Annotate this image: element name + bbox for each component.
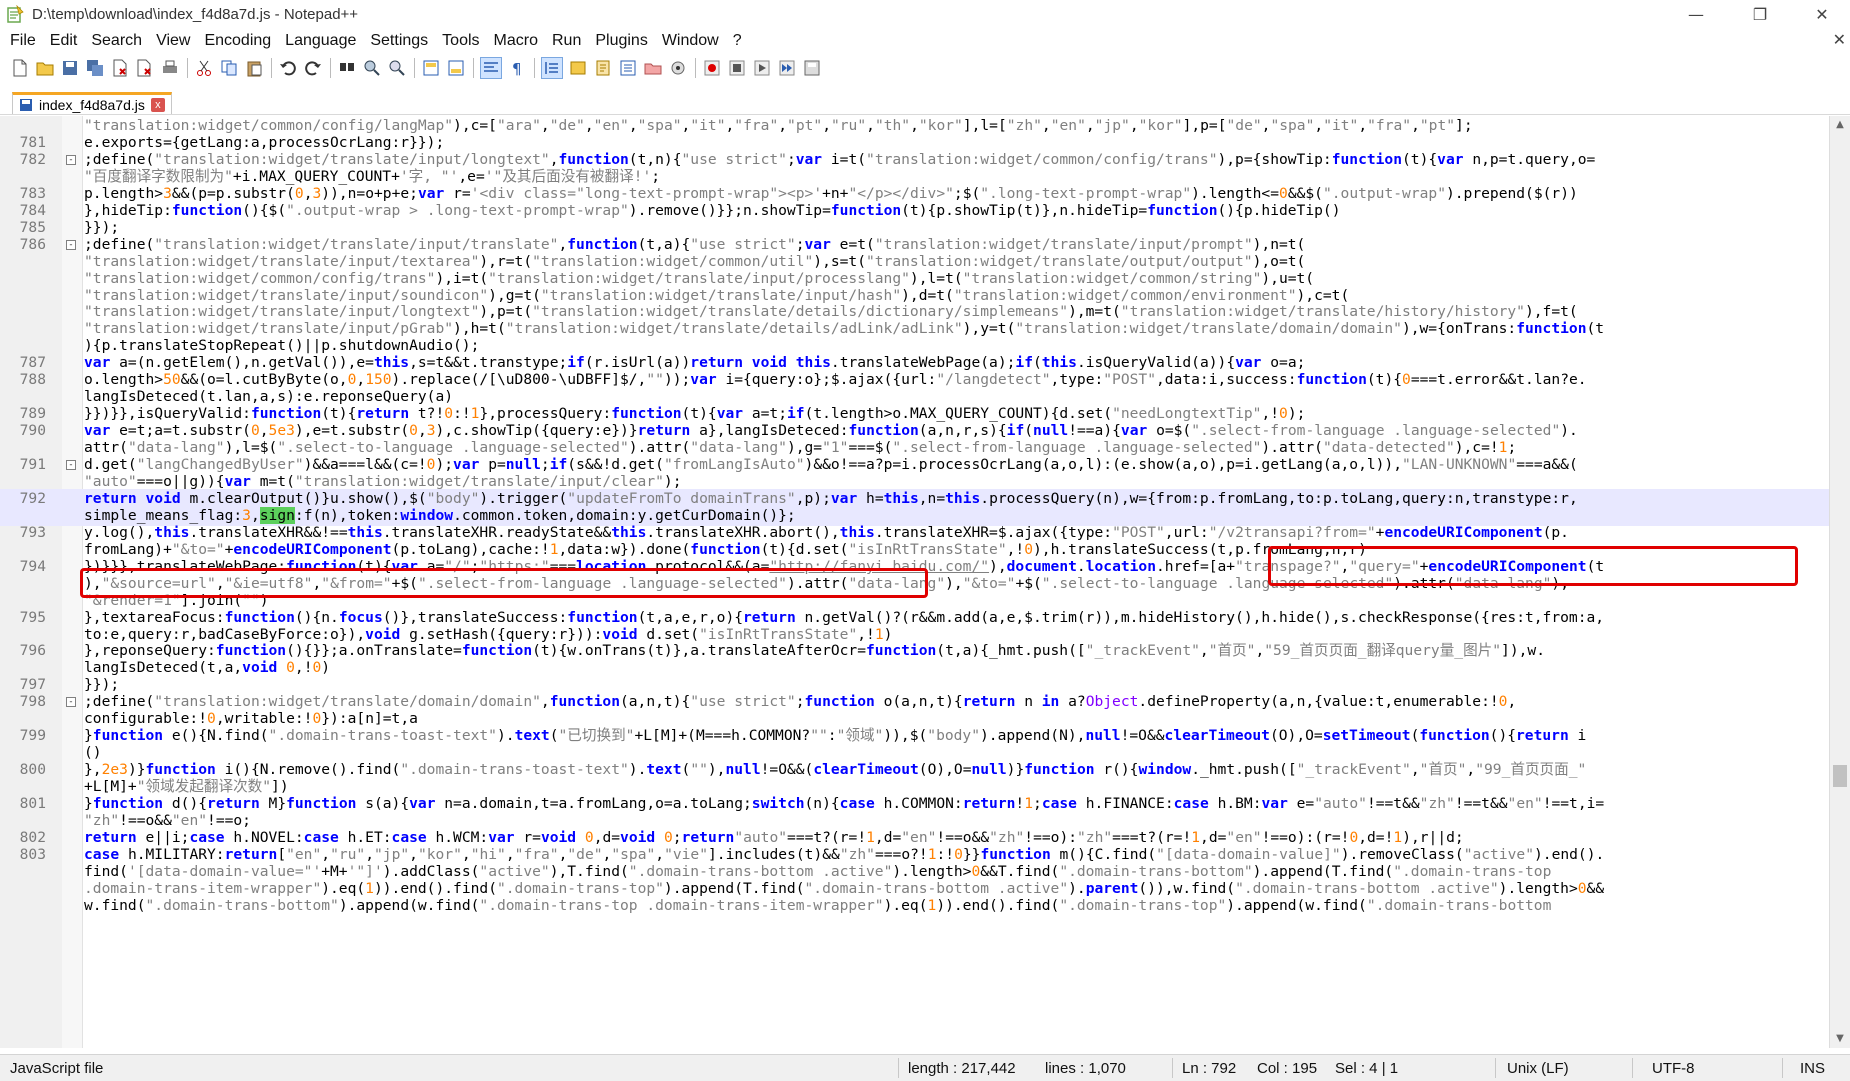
code-line[interactable]: w.find(".domain-trans-bottom").append(w.… xyxy=(0,896,1830,916)
word-wrap-icon[interactable] xyxy=(480,57,502,79)
monitor-icon[interactable] xyxy=(668,58,688,78)
record-macro-icon[interactable] xyxy=(702,58,722,78)
scroll-up-icon[interactable]: ▲ xyxy=(1830,116,1850,134)
toolbar-separator xyxy=(473,58,474,78)
play-multiple-icon[interactable] xyxy=(777,58,797,78)
zoom-in-icon[interactable] xyxy=(387,58,407,78)
menu-help[interactable]: ? xyxy=(726,32,749,50)
toolbar-separator xyxy=(414,58,415,78)
menu-run[interactable]: Run xyxy=(545,32,588,50)
status-separator xyxy=(1632,1058,1633,1078)
sync-horizontal-icon[interactable] xyxy=(446,58,466,78)
menu-window[interactable]: Window xyxy=(655,32,726,50)
indent-guide-icon[interactable] xyxy=(541,57,563,79)
status-col: Col : 195 xyxy=(1257,1060,1318,1077)
status-eol: Unix (LF) xyxy=(1507,1060,1569,1077)
code-editor[interactable]: "translation:widget/common/config/langMa… xyxy=(0,116,1830,1048)
tab-close-icon[interactable]: x xyxy=(150,97,165,112)
save-macro-icon[interactable] xyxy=(802,58,822,78)
menu-search[interactable]: Search xyxy=(84,32,149,50)
replace-icon[interactable] xyxy=(362,58,382,78)
toolbar-separator xyxy=(187,58,188,78)
highlight-box-sign xyxy=(80,568,928,598)
status-separator xyxy=(898,1058,899,1078)
fold-toggle-icon[interactable]: - xyxy=(66,155,76,165)
toolbar-separator xyxy=(695,58,696,78)
toolbar: ¶ xyxy=(0,54,1850,82)
status-separator xyxy=(1782,1058,1783,1078)
window-title: D:\temp\download\index_f4d8a7d.js - Note… xyxy=(32,5,359,23)
open-file-icon[interactable] xyxy=(35,58,55,78)
menu-language[interactable]: Language xyxy=(278,32,363,50)
fold-toggle-icon[interactable]: - xyxy=(66,460,76,470)
close-button[interactable]: ✕ xyxy=(1794,0,1850,28)
paste-icon[interactable] xyxy=(244,58,264,78)
status-separator xyxy=(1495,1058,1496,1078)
menu-settings[interactable]: Settings xyxy=(363,32,435,50)
menu-view[interactable]: View xyxy=(149,32,197,50)
title-bar: D:\temp\download\index_f4d8a7d.js - Note… xyxy=(0,0,1850,28)
menu-plugins[interactable]: Plugins xyxy=(588,32,654,50)
find-icon[interactable] xyxy=(337,58,357,78)
scroll-down-icon[interactable]: ▼ xyxy=(1830,1030,1850,1048)
status-ln: Ln : 792 xyxy=(1182,1060,1237,1077)
fold-toggle-icon[interactable]: - xyxy=(66,697,76,707)
tab-index-js[interactable]: index_f4d8a7d.js x xyxy=(12,92,172,114)
close-icon[interactable] xyxy=(110,58,130,78)
minimize-button[interactable]: — xyxy=(1668,0,1724,28)
fold-toggle-icon[interactable]: - xyxy=(66,240,76,250)
highlight-box-w-object xyxy=(1268,546,1798,586)
save-icon[interactable] xyxy=(60,58,80,78)
status-sel: Sel : 4 | 1 xyxy=(1335,1060,1399,1077)
save-all-icon[interactable] xyxy=(85,58,105,78)
status-separator xyxy=(1172,1058,1173,1078)
status-encoding: UTF-8 xyxy=(1652,1060,1695,1077)
status-length: length : 217,442 xyxy=(908,1060,1016,1077)
doc-map-icon[interactable] xyxy=(593,58,613,78)
menu-edit[interactable]: Edit xyxy=(43,32,85,50)
status-lines: lines : 1,070 xyxy=(1045,1060,1126,1077)
toolbar-separator xyxy=(534,58,535,78)
vertical-scrollbar[interactable]: ▲ ▼ xyxy=(1829,116,1850,1048)
status-file-type: JavaScript file xyxy=(10,1060,104,1077)
menu-encoding[interactable]: Encoding xyxy=(197,32,278,50)
close-document-button[interactable]: ✕ xyxy=(1833,30,1846,49)
status-bar: JavaScript file length : 217,442 lines :… xyxy=(0,1054,1850,1081)
file-saved-icon xyxy=(20,98,32,111)
menu-file[interactable]: File xyxy=(0,32,43,50)
folder-workspace-icon[interactable] xyxy=(643,58,663,78)
redo-icon[interactable] xyxy=(303,58,323,78)
new-file-icon[interactable] xyxy=(10,58,30,78)
undo-icon[interactable] xyxy=(278,58,298,78)
scroll-thumb[interactable] xyxy=(1833,765,1847,787)
status-insert-mode: INS xyxy=(1800,1060,1826,1077)
user-lang-icon[interactable] xyxy=(568,58,588,78)
notepadpp-logo-icon xyxy=(7,5,24,23)
copy-icon[interactable] xyxy=(219,58,239,78)
stop-macro-icon[interactable] xyxy=(727,58,747,78)
close-all-icon[interactable] xyxy=(135,58,155,78)
svg-text:¶: ¶ xyxy=(512,60,522,77)
tab-bar: index_f4d8a7d.js x xyxy=(0,88,1850,115)
cut-icon[interactable] xyxy=(194,58,214,78)
maximize-button[interactable]: ❐ xyxy=(1732,0,1788,28)
function-list-icon[interactable] xyxy=(618,58,638,78)
play-macro-icon[interactable] xyxy=(752,58,772,78)
tab-label: index_f4d8a7d.js xyxy=(39,96,145,113)
toolbar-separator xyxy=(271,58,272,78)
toolbar-separator xyxy=(330,58,331,78)
code-text: w.find(".domain-trans-bottom").append(w.… xyxy=(84,897,1552,914)
menu-tools[interactable]: Tools xyxy=(435,32,486,50)
sync-vertical-icon[interactable] xyxy=(421,58,441,78)
show-all-chars-icon[interactable]: ¶ xyxy=(507,58,527,78)
menu-macro[interactable]: Macro xyxy=(487,32,545,50)
print-icon[interactable] xyxy=(160,58,180,78)
menu-bar: File Edit Search View Encoding Language … xyxy=(0,30,1850,52)
